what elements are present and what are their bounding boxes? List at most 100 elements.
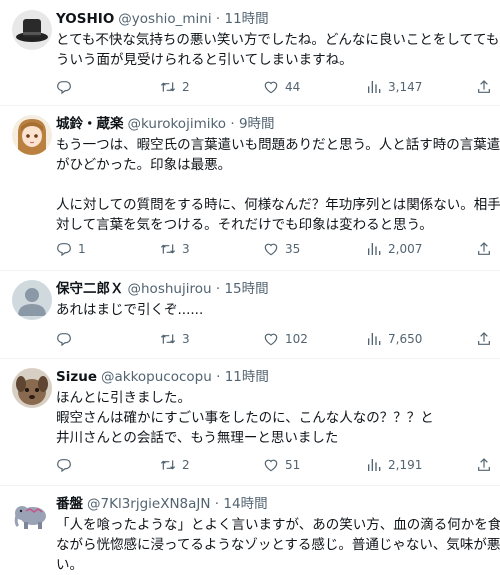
views-button[interactable]: 3,147 [366, 77, 422, 97]
reply-button[interactable] [56, 77, 78, 97]
retweet-icon [160, 457, 176, 473]
tweet-line: とても不快な気持ちの悪い笑い方でしたね。どんなに良いことをしてても [56, 32, 500, 48]
separator: · [230, 116, 235, 132]
tweet-line: ほんとに引きました。 [56, 390, 191, 406]
retweet-button[interactable]: 2 [160, 455, 190, 475]
reply-button[interactable] [56, 329, 78, 349]
avatar[interactable] [12, 368, 52, 408]
action-bar: 2 44 3,147 [56, 77, 500, 97]
avatar[interactable] [12, 495, 52, 535]
user-handle[interactable]: @7Kl3rjgieXN8aJN [87, 496, 211, 512]
timestamp[interactable]: 11時間 [225, 11, 269, 27]
tweet-line: がひどかった。印象は最悪。 [56, 157, 232, 173]
like-button[interactable]: 44 [263, 77, 300, 97]
share-button[interactable] [476, 329, 498, 349]
views-icon [366, 331, 382, 347]
tweet-line: 人に対しての質問をする時に、何様なんだ？年功序列とは関係ない。相手に [56, 197, 500, 213]
share-button[interactable] [476, 455, 498, 475]
avatar[interactable] [12, 10, 52, 50]
views-button[interactable]: 2,191 [366, 455, 422, 475]
separator: · [215, 281, 221, 297]
view-count: 2,191 [388, 458, 423, 472]
action-bar: 3 102 7,650 [56, 329, 500, 349]
view-count: 2,007 [388, 242, 423, 256]
action-bar: 2 51 2,191 [56, 455, 500, 475]
heart-icon [263, 79, 279, 95]
tweet[interactable]: Sizue @akkopucocopu · 11時間 ほんとに引きました。 暇空さ… [0, 358, 500, 486]
tweet-header: YOSHIO @yoshio_mini · 11時間 [56, 11, 269, 27]
avatar[interactable] [12, 280, 52, 320]
timestamp[interactable]: 9時間 [239, 116, 275, 132]
tweet-text: とても不快な気持ちの悪い笑い方でしたね。どんなに良いことをしてても ういう面が見… [56, 30, 500, 70]
tweet-line: 井川さんとの会話で、もう無理ーと思いました [56, 430, 339, 446]
tweet[interactable]: 番盤 @7Kl3rjgieXN8aJN · 14時間 「人を喰ったような」とよく言… [0, 485, 500, 573]
retweet-button[interactable]: 3 [160, 329, 190, 349]
views-button[interactable]: 2,007 [366, 239, 422, 259]
reply-icon [56, 457, 72, 473]
reply-icon [56, 331, 72, 347]
tweet-header: 保守二郎Ｘ @hoshujirou · 15時間 [56, 281, 269, 297]
heart-icon [263, 457, 279, 473]
reply-button[interactable]: 1 [56, 239, 86, 259]
user-handle[interactable]: @kurokojimiko [128, 116, 227, 132]
separator: · [215, 11, 221, 27]
share-button[interactable] [476, 239, 498, 259]
separator: · [216, 369, 221, 385]
retweet-button[interactable]: 3 [160, 239, 190, 259]
tweet[interactable]: 保守二郎Ｘ @hoshujirou · 15時間 あれはまじで引くぞ...... … [0, 270, 500, 359]
reply-icon [56, 241, 72, 257]
share-icon [476, 331, 492, 347]
tweet-header: 城鈴・蔵楽 @kurokojimiko · 9時間 [56, 116, 275, 132]
retweet-icon [160, 331, 176, 347]
tweet-text: あれはまじで引くぞ...... [56, 300, 500, 320]
retweet-count: 2 [182, 80, 190, 94]
tweet-line: 暇空さんは確かにすごい事をしたのに、こんな人なの？？？と [56, 410, 434, 426]
retweet-button[interactable]: 2 [160, 77, 190, 97]
like-button[interactable]: 51 [263, 455, 300, 475]
heart-icon [263, 331, 279, 347]
share-icon [476, 79, 492, 95]
retweet-count: 3 [182, 332, 190, 346]
retweet-count: 3 [182, 242, 190, 256]
tweet-line: もう一つは、暇空氏の言葉遣いも問題ありだと思う。人と話す時の言葉遣い [56, 137, 500, 153]
like-button[interactable]: 35 [263, 239, 300, 259]
view-count: 7,650 [388, 332, 423, 346]
tweet-text: 「人を喰ったような」とよく言いますが、あの笑い方、血の滴る何かを食べ ながら恍惚… [56, 515, 500, 575]
share-button[interactable] [476, 77, 498, 97]
avatar[interactable] [12, 115, 52, 155]
tweet-header: 番盤 @7Kl3rjgieXN8aJN · 14時間 [56, 496, 268, 512]
display-name[interactable]: 城鈴・蔵楽 [56, 116, 124, 132]
display-name[interactable]: Sizue [56, 369, 97, 385]
like-count: 44 [285, 80, 301, 94]
like-count: 35 [285, 242, 301, 256]
like-button[interactable]: 102 [263, 329, 308, 349]
timestamp[interactable]: 15時間 [224, 281, 268, 297]
reply-icon [56, 79, 72, 95]
view-count: 3,147 [388, 80, 423, 94]
tweet-line: 対して言葉を気をつける。それだけでも印象は変わると思う。 [56, 217, 433, 233]
tweet[interactable]: YOSHIO @yoshio_mini · 11時間 とても不快な気持ちの悪い笑い… [0, 0, 500, 106]
retweet-count: 2 [182, 458, 190, 472]
like-count: 51 [285, 458, 301, 472]
views-icon [366, 241, 382, 257]
like-count: 102 [285, 332, 308, 346]
display-name[interactable]: 保守二郎Ｘ [56, 281, 124, 297]
share-icon [476, 241, 492, 257]
timestamp[interactable]: 11時間 [225, 369, 269, 385]
display-name[interactable]: YOSHIO [56, 11, 114, 27]
user-handle[interactable]: @yoshio_mini [118, 11, 211, 27]
separator: · [214, 496, 220, 512]
display-name[interactable]: 番盤 [56, 496, 83, 512]
user-handle[interactable]: @akkopucocopu [101, 369, 212, 385]
reply-button[interactable] [56, 455, 78, 475]
retweet-icon [160, 79, 176, 95]
share-icon [476, 457, 492, 473]
tweet-text: ほんとに引きました。 暇空さんは確かにすごい事をしたのに、こんな人なの？？？と … [56, 388, 500, 448]
views-button[interactable]: 7,650 [366, 329, 422, 349]
tweet[interactable]: 城鈴・蔵楽 @kurokojimiko · 9時間 もう一つは、暇空氏の言葉遣いも… [0, 105, 500, 271]
tweet-line: ながら恍惚感に浸ってるようなゾッとする感じ。普通じゃない、気味が悪 [56, 537, 500, 553]
timestamp[interactable]: 14時間 [223, 496, 267, 512]
tweet-text: もう一つは、暇空氏の言葉遣いも問題ありだと思う。人と話す時の言葉遣い がひどかっ… [56, 135, 500, 235]
views-icon [366, 79, 382, 95]
user-handle[interactable]: @hoshujirou [128, 281, 212, 297]
